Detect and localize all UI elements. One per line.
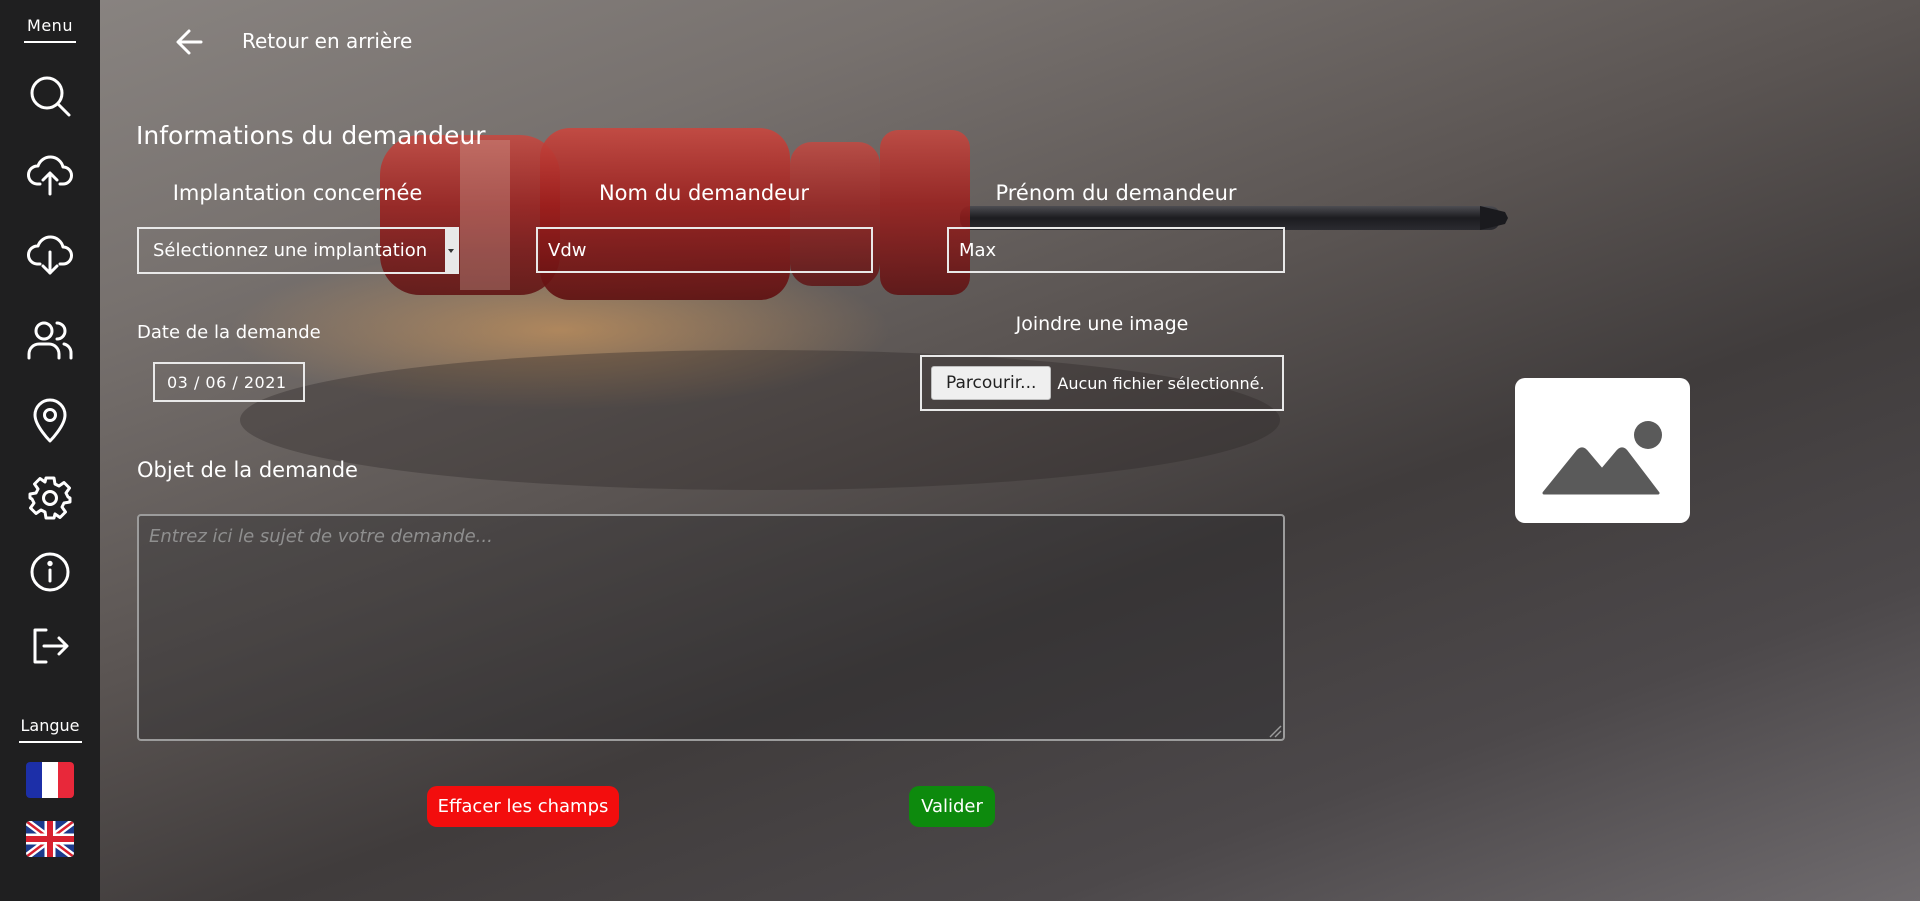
browse-button[interactable]: Parcourir...	[931, 366, 1052, 400]
image-placeholder-icon	[1542, 421, 1662, 495]
nom-input[interactable]	[536, 227, 873, 273]
objet-label: Objet de la demande	[137, 458, 358, 482]
sidebar: Menu Langue	[0, 0, 100, 901]
menu-title: Menu	[0, 16, 100, 43]
language-title: Langue	[0, 716, 100, 743]
back-label[interactable]: Retour en arrière	[242, 29, 412, 53]
prenom-input[interactable]	[947, 227, 1285, 273]
image-preview	[1515, 378, 1690, 523]
download-cloud-icon[interactable]	[26, 230, 74, 278]
users-icon[interactable]	[26, 316, 74, 364]
map-pin-icon[interactable]	[26, 396, 74, 444]
nom-label: Nom du demandeur	[598, 181, 810, 205]
date-input[interactable]: 03 / 06 / 2021	[153, 362, 305, 402]
prenom-label: Prénom du demandeur	[995, 181, 1237, 205]
implantation-select-value: Sélectionnez une implantation	[153, 240, 428, 261]
submit-button[interactable]: Valider	[909, 786, 995, 827]
upload-cloud-icon[interactable]	[26, 150, 74, 198]
flag-france-icon[interactable]	[26, 762, 74, 798]
flag-uk-icon[interactable]	[26, 821, 74, 857]
objet-textarea[interactable]	[137, 514, 1285, 741]
arrow-left-icon	[176, 29, 203, 55]
search-icon[interactable]	[26, 72, 74, 120]
settings-gear-icon[interactable]	[26, 474, 74, 522]
chevron-down-icon[interactable]	[445, 229, 457, 272]
date-label: Date de la demande	[137, 322, 321, 343]
back-button[interactable]	[170, 22, 210, 62]
section-title: Informations du demandeur	[136, 121, 486, 150]
implantation-label: Implantation concernée	[172, 181, 423, 205]
file-input[interactable]: Parcourir... Aucun fichier sélectionné.	[920, 355, 1284, 411]
logout-icon[interactable]	[26, 622, 74, 670]
resize-grip-icon[interactable]	[1268, 724, 1282, 738]
implantation-select[interactable]: Sélectionnez une implantation	[137, 227, 459, 274]
image-label: Joindre une image	[1015, 313, 1189, 335]
file-status: Aucun fichier sélectionné.	[1057, 373, 1265, 393]
info-icon[interactable]	[26, 548, 74, 596]
clear-fields-button[interactable]: Effacer les champs	[427, 786, 619, 827]
